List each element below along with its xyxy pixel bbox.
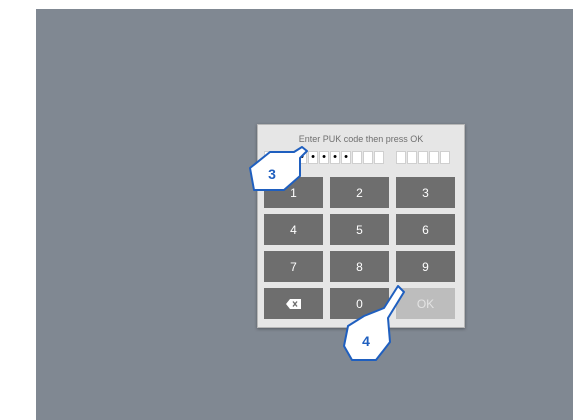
backspace-icon bbox=[286, 298, 301, 309]
digit-box-8: • bbox=[341, 151, 351, 164]
key-8[interactable]: 8 bbox=[330, 251, 389, 282]
digit-box-15 bbox=[429, 151, 439, 164]
key-4[interactable]: 4 bbox=[264, 214, 323, 245]
pointing-hand-icon bbox=[343, 285, 405, 361]
step-3-label: 3 bbox=[268, 166, 276, 182]
digit-box-16 bbox=[440, 151, 450, 164]
pointing-hand-icon bbox=[249, 146, 308, 191]
digit-box-7: • bbox=[330, 151, 340, 164]
digit-box-12 bbox=[396, 151, 406, 164]
digit-box-14 bbox=[418, 151, 428, 164]
key-3[interactable]: 3 bbox=[396, 177, 455, 208]
key-5[interactable]: 5 bbox=[330, 214, 389, 245]
key-7[interactable]: 7 bbox=[264, 251, 323, 282]
step-4-label: 4 bbox=[362, 333, 370, 349]
digit-box-11 bbox=[374, 151, 384, 164]
digit-box-6: • bbox=[319, 151, 329, 164]
step-3-callout: 3 bbox=[249, 146, 308, 191]
key-9[interactable]: 9 bbox=[396, 251, 455, 282]
digit-box-9 bbox=[352, 151, 362, 164]
puk-prompt: Enter PUK code then press OK bbox=[298, 134, 424, 144]
digit-box-13 bbox=[407, 151, 417, 164]
step-4-callout: 4 bbox=[343, 285, 405, 361]
digit-box-10 bbox=[363, 151, 373, 164]
key-2[interactable]: 2 bbox=[330, 177, 389, 208]
backspace-button[interactable] bbox=[264, 288, 323, 319]
device-screen: Enter PUK code then press OK • • • • • •… bbox=[36, 9, 573, 420]
key-6[interactable]: 6 bbox=[396, 214, 455, 245]
